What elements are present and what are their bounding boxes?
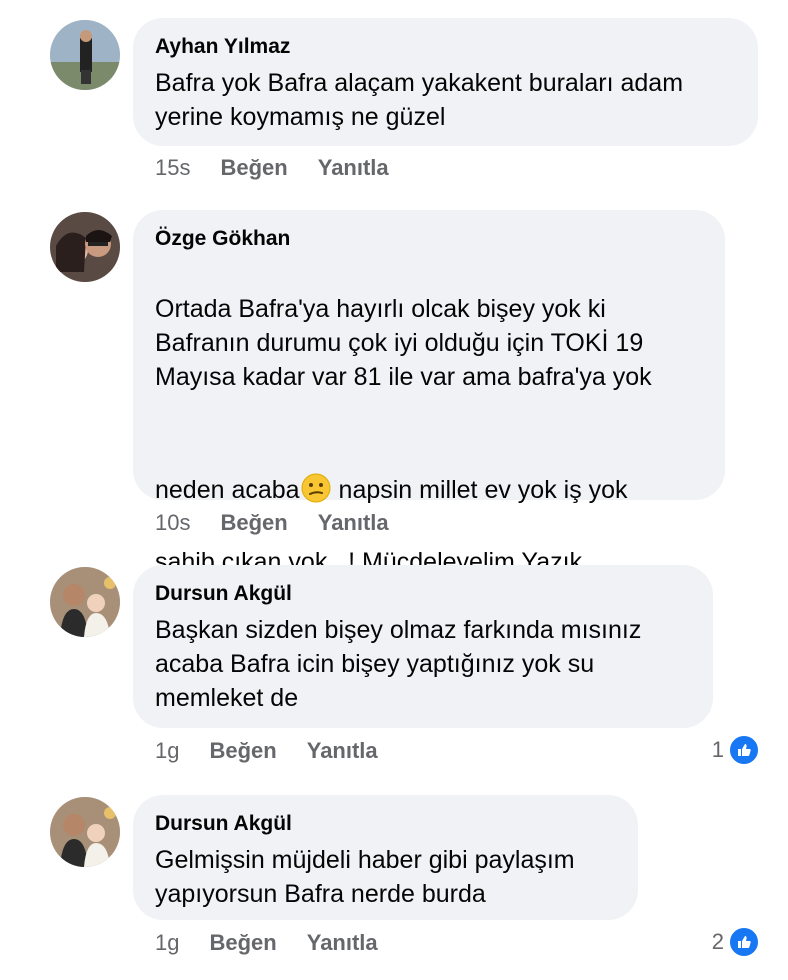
- avatar[interactable]: [50, 212, 120, 282]
- comment-text: Başkan sizden bişey olmaz farkında mısın…: [155, 616, 642, 712]
- comment-text: Gelmişsin müjdeli haber gibi paylaşım ya…: [155, 846, 575, 908]
- reaction-count[interactable]: 1: [712, 734, 760, 766]
- avatar[interactable]: [50, 567, 120, 637]
- like-button[interactable]: Beğen: [209, 930, 276, 956]
- comment-bubble: Dursun Akgül Başkan sizden bişey olmaz f…: [133, 565, 713, 728]
- like-button[interactable]: Beğen: [220, 510, 287, 536]
- comment-text-part: Ortada Bafra'ya hayırlı olcak bişey yok …: [155, 295, 652, 391]
- comment-text-part: neden acaba: [155, 476, 300, 504]
- comment-bubble: Ayhan Yılmaz Bafra yok Bafra alaçam yaka…: [133, 18, 758, 146]
- comment-bubble: Özge Gökhan Ortada Bafra'ya hayırlı olca…: [133, 210, 725, 610]
- comment-text-emoji-line: neden acaba napsin millet ev yok iş yok: [155, 404, 705, 507]
- avatar[interactable]: [50, 797, 120, 867]
- comment-timestamp[interactable]: 10s: [155, 510, 190, 536]
- comment-actions: 1g Beğen Yanıtla: [155, 738, 378, 764]
- comment-timestamp[interactable]: 1g: [155, 738, 179, 764]
- comment-timestamp[interactable]: 15s: [155, 155, 190, 181]
- reply-button[interactable]: Yanıtla: [318, 155, 389, 181]
- reply-button[interactable]: Yanıtla: [307, 738, 378, 764]
- like-button[interactable]: Beğen: [220, 155, 287, 181]
- avatar[interactable]: [50, 20, 120, 90]
- reply-button[interactable]: Yanıtla: [307, 930, 378, 956]
- comment-author[interactable]: Özge Gökhan: [155, 226, 705, 252]
- comment-actions: 1g Beğen Yanıtla: [155, 930, 378, 956]
- reaction-number: 2: [711, 929, 724, 954]
- comment-author[interactable]: Dursun Akgül: [155, 811, 618, 837]
- reaction-number: 1: [711, 737, 724, 762]
- comment-author[interactable]: Ayhan Yılmaz: [155, 34, 738, 60]
- reply-button[interactable]: Yanıtla: [318, 510, 389, 536]
- comment-text-part: napsin millet ev yok iş yok: [331, 476, 628, 504]
- comment-author[interactable]: Dursun Akgül: [155, 581, 693, 607]
- comment-actions: 15s Beğen Yanıtla: [155, 155, 389, 181]
- comment-bubble: Dursun Akgül Gelmişsin müjdeli haber gib…: [133, 795, 638, 920]
- comment-timestamp[interactable]: 1g: [155, 930, 179, 956]
- comment-text: Bafra yok Bafra alaçam yakakent buraları…: [155, 69, 684, 131]
- reaction-count[interactable]: 2: [712, 926, 760, 958]
- like-thumb-icon: [728, 926, 760, 958]
- like-button[interactable]: Beğen: [209, 738, 276, 764]
- comment-actions: 10s Beğen Yanıtla: [155, 510, 389, 536]
- confused-face-emoji-icon: [300, 438, 332, 503]
- like-thumb-icon: [728, 734, 760, 766]
